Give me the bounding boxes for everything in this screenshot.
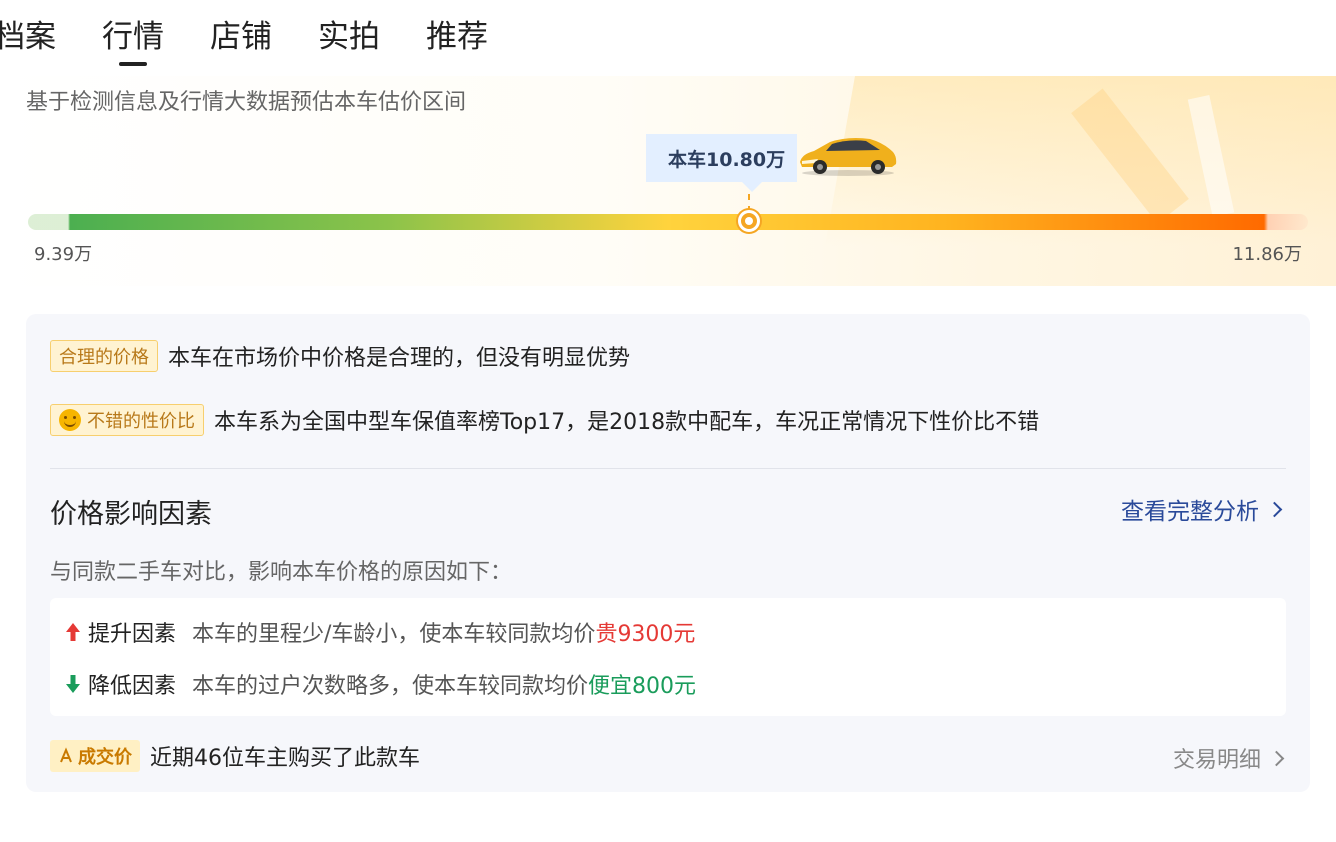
current-price-bubble: 本车10.80万 (646, 134, 798, 192)
max-price-label: 11.86万 (1232, 244, 1302, 265)
min-price-label: 9.39万 (34, 244, 93, 265)
tab-store[interactable]: 店铺 (210, 14, 272, 64)
tag-label: 合理的价格 (59, 347, 149, 368)
price-tag-row: 合理的价格 本车在市场价中价格是合理的，但没有明显优势 (50, 340, 630, 372)
price-estimate-section: 基于检测信息及行情大数据预估本车估价区间 本车10.80万 9.39万 11.8… (0, 76, 1336, 286)
tab-market[interactable]: 行情 (102, 14, 164, 64)
reasonable-price-tag: 合理的价格 (50, 340, 158, 372)
full-analysis-link[interactable]: 查看完整分析 (1121, 492, 1283, 526)
price-range-bar (28, 214, 1308, 230)
trade-detail-label: 交易明细 (1172, 748, 1261, 773)
current-price-label: 本车10.80万 (668, 148, 786, 171)
factor-description: 本车的里程少/车龄小，使本车较同款均价 (192, 622, 596, 647)
full-analysis-label: 查看完整分析 (1121, 499, 1259, 525)
factor-row-decrease: 降低因素 本车的过户次数略多，使本车较同款均价 便宜800元 (64, 668, 696, 700)
chevron-right-icon (1266, 501, 1283, 517)
chevron-right-icon (1268, 750, 1285, 766)
factor-highlight: 便宜800元 (588, 674, 697, 699)
factor-label: 提升因素 (88, 622, 177, 647)
factors-title: 价格影响因素 (50, 499, 212, 530)
arrow-down-icon (66, 675, 80, 693)
value-tag-row: 不错的性价比 本车系为全国中型车保值率榜Top17，是2018款中配车，车况正常… (50, 404, 1039, 436)
tab-photos[interactable]: 实拍 (318, 14, 380, 64)
arrow-up-icon (66, 623, 80, 641)
compare-description: 与同款二手车对比，影响本车价格的原因如下： (50, 560, 513, 585)
tag-description: 本车在市场价中价格是合理的，但没有明显优势 (168, 346, 631, 371)
deal-row: 成交价 近期46位车主购买了此款车 (50, 740, 420, 772)
smile-icon (59, 409, 81, 431)
good-value-tag: 不错的性价比 (50, 404, 204, 436)
car-icon (800, 138, 897, 176)
tab-recommend[interactable]: 推荐 (426, 14, 488, 64)
tab-archive[interactable]: 档案 (0, 14, 56, 64)
factor-highlight: 贵9300元 (595, 622, 696, 647)
factor-label: 降低因素 (88, 674, 177, 699)
tag-description: 本车系为全国中型车保值率榜Top17，是2018款中配车，车况正常情况下性价比不… (214, 410, 1040, 435)
deal-tag-label: 成交价 (78, 747, 132, 768)
trade-detail-link[interactable]: 交易明细 (1172, 742, 1285, 774)
tag-label: 不错的性价比 (87, 411, 195, 432)
deal-price-tag: 成交价 (50, 740, 140, 772)
current-price-marker (738, 210, 760, 232)
price-analysis-card: 合理的价格 本车在市场价中价格是合理的，但没有明显优势 不错的性价比 本车系为全… (26, 314, 1310, 792)
factor-row-increase: 提升因素 本车的里程少/车龄小，使本车较同款均价 贵9300元 (64, 616, 695, 648)
factor-list: 提升因素 本车的里程少/车龄小，使本车较同款均价 贵9300元 降低因素 本车的… (50, 598, 1286, 716)
deal-description: 近期46位车主购买了此款车 (150, 746, 420, 771)
estimate-subtitle: 基于检测信息及行情大数据预估本车估价区间 (26, 90, 467, 115)
factor-description: 本车的过户次数略多，使本车较同款均价 (192, 674, 589, 699)
tab-bar: 档案 行情 店铺 实拍 推荐 (0, 14, 488, 64)
divider (50, 468, 1286, 469)
hand-icon (60, 747, 72, 763)
